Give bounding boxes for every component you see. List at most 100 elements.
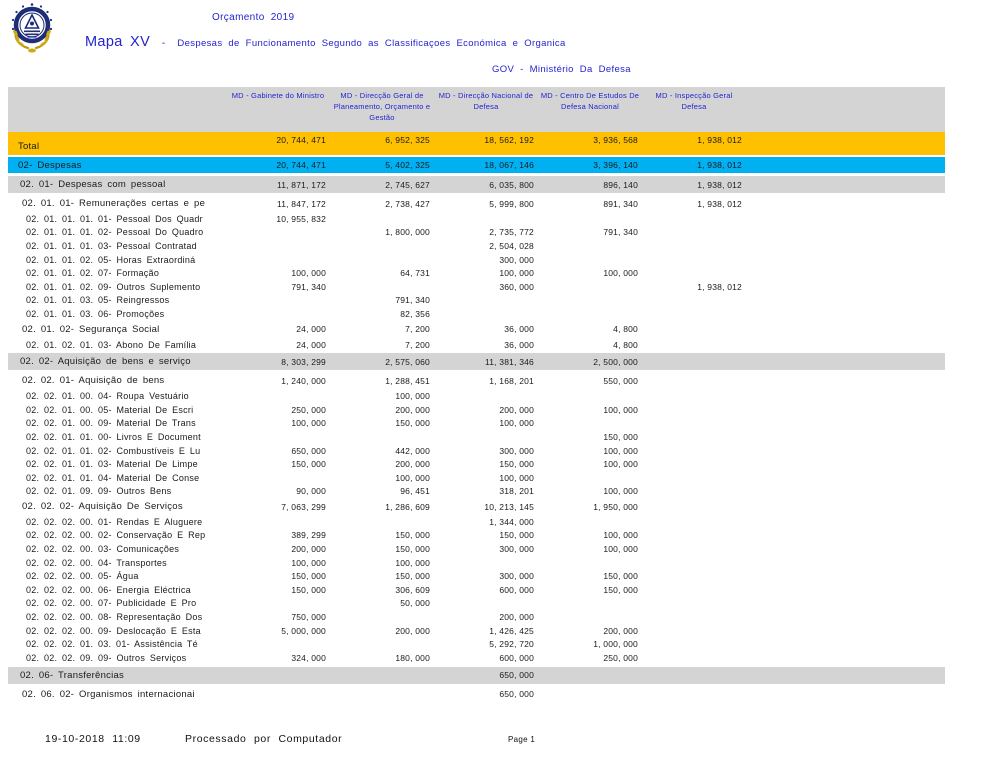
cell-value: 7, 200 bbox=[330, 324, 434, 334]
row-label: 02. 01. 01. 02. 07- Formação bbox=[8, 268, 226, 278]
cell-value: 100, 000 bbox=[538, 544, 642, 554]
cell-value: 600, 000 bbox=[434, 653, 538, 663]
cell-value: 300, 000 bbox=[434, 571, 538, 581]
cell-value: 100, 000 bbox=[226, 268, 330, 278]
row-label: 02. 02. 02. 09. 09- Outros Serviços bbox=[8, 653, 226, 663]
cell-value: 1, 938, 012 bbox=[642, 199, 746, 209]
cell-value: 200, 000 bbox=[538, 626, 642, 636]
table-row: 02. 02. 02. 00. 09- Deslocação E Esta5, … bbox=[8, 624, 945, 638]
cell-value: 1, 950, 000 bbox=[538, 502, 642, 512]
table-row: 02. 02. 02. 00. 08- Representação Dos750… bbox=[8, 610, 945, 624]
page-number: Page 1 bbox=[508, 735, 535, 744]
title-separator: - bbox=[162, 38, 166, 49]
table-row: 02- Despesas20, 744, 4715, 402, 32518, 0… bbox=[8, 157, 945, 173]
row-label: 02. 01. 01. 03. 06- Promoções bbox=[8, 309, 226, 319]
cell-value: 150, 000 bbox=[434, 530, 538, 540]
table-row: 02. 01. 02. 01. 03- Abono De Família24, … bbox=[8, 338, 945, 352]
row-label: 02. 02. 01. 09. 09- Outros Bens bbox=[8, 486, 226, 496]
cell-value: 5, 000, 000 bbox=[226, 626, 330, 636]
cell-value: 18, 562, 192 bbox=[434, 132, 538, 145]
table-row: 02. 01. 01. 02. 05- Horas Extraordiná 300… bbox=[8, 253, 945, 267]
cell-value: 100, 000 bbox=[434, 418, 538, 428]
cell-value: 1, 938, 012 bbox=[642, 160, 746, 170]
cell-value: 300, 000 bbox=[434, 255, 538, 265]
cell-value: 100, 000 bbox=[538, 268, 642, 278]
cell-value: 1, 938, 012 bbox=[642, 132, 746, 145]
cell-value: 100, 000 bbox=[226, 418, 330, 428]
table-row: 02. 02. 02. 00. 01- Rendas E Aluguere1, … bbox=[8, 515, 945, 529]
cell-value: 750, 000 bbox=[226, 612, 330, 622]
cell-value: 442, 000 bbox=[330, 446, 434, 456]
row-label: 02. 02. 02. 00. 09- Deslocação E Esta bbox=[8, 626, 226, 636]
cell-value: 50, 000 bbox=[330, 598, 434, 608]
map-subtitle: Despesas de Funcionamento Segundo as Cla… bbox=[177, 38, 565, 49]
map-number: Mapa XV bbox=[85, 34, 150, 50]
cell-value: 24, 000 bbox=[226, 340, 330, 350]
row-label: 02. 01. 01. 02. 05- Horas Extraordiná bbox=[8, 255, 226, 265]
table-row: 02. 01. 01. 02. 07- Formação100, 00064, … bbox=[8, 266, 945, 280]
cell-value: 1, 286, 609 bbox=[330, 502, 434, 512]
cell-value: 20, 744, 471 bbox=[226, 132, 330, 145]
cell-value: 650, 000 bbox=[434, 689, 538, 699]
row-label: 02. 06. 02- Organismos internacionai bbox=[8, 689, 226, 700]
cell-value: 324, 000 bbox=[226, 653, 330, 663]
column-header: MD - Direcção Nacional de Defesa bbox=[434, 87, 538, 113]
budget-year-title: Orçamento 2019 bbox=[212, 12, 294, 23]
cell-value: 100, 000 bbox=[330, 391, 434, 401]
cell-value: 150, 000 bbox=[330, 530, 434, 540]
cell-value: 4, 800 bbox=[538, 340, 642, 350]
cell-value: 650, 000 bbox=[434, 670, 538, 680]
cell-value: 1, 168, 201 bbox=[434, 376, 538, 386]
cell-value: 100, 000 bbox=[434, 268, 538, 278]
row-label: 02. 02. 01. 01. 03- Material De Limpe bbox=[8, 459, 226, 469]
row-label: 02. 01. 01- Remunerações certas e pe bbox=[8, 198, 226, 209]
cell-value: 200, 000 bbox=[330, 459, 434, 469]
row-label: 02. 02. 02. 00. 07- Publicidade E Pro bbox=[8, 598, 226, 608]
row-label: 02. 02. 02. 00. 05- Água bbox=[8, 571, 226, 581]
table-row: 02. 02. 02. 00. 02- Conservação E Rep389… bbox=[8, 529, 945, 543]
budget-table: MD - Gabinete do MinistroMD - Direcção G… bbox=[8, 87, 945, 703]
footer-processed-label: Processado por Computador bbox=[185, 733, 342, 745]
column-header-band: MD - Gabinete do MinistroMD - Direcção G… bbox=[8, 87, 945, 132]
cell-value: 7, 200 bbox=[330, 340, 434, 350]
cell-value: 36, 000 bbox=[434, 324, 538, 334]
cell-value: 306, 609 bbox=[330, 585, 434, 595]
row-label: 02. 02. 01. 01. 02- Combustíveis E Lu bbox=[8, 446, 226, 456]
table-row: 02. 02. 02. 00. 03- Comunicações200, 000… bbox=[8, 542, 945, 556]
cell-value: 318, 201 bbox=[434, 486, 538, 496]
cell-value: 200, 000 bbox=[434, 405, 538, 415]
cell-value: 1, 240, 000 bbox=[226, 376, 330, 386]
cell-value: 389, 299 bbox=[226, 530, 330, 540]
table-row: 02. 02. 02. 01. 03. 01- Assistência Té5,… bbox=[8, 637, 945, 651]
row-label: 02. 02. 02- Aquisição De Serviços bbox=[8, 501, 226, 512]
cell-value: 200, 000 bbox=[330, 405, 434, 415]
cell-value: 150, 000 bbox=[330, 544, 434, 554]
cell-value: 791, 340 bbox=[538, 227, 642, 237]
cell-value: 100, 000 bbox=[330, 558, 434, 568]
table-row: 02. 02. 01. 01. 00- Livros E Document150… bbox=[8, 430, 945, 444]
row-label: Total bbox=[8, 141, 226, 155]
row-label: 02. 02. 01. 00. 04- Roupa Vestuário bbox=[8, 391, 226, 401]
cell-value: 150, 000 bbox=[226, 585, 330, 595]
table-row: 02. 02. 02. 09. 09- Outros Serviços324, … bbox=[8, 651, 945, 665]
table-row: 02. 02. 02. 00. 07- Publicidade E Pro 50,… bbox=[8, 597, 945, 611]
table-row: 02. 01. 01. 01. 03- Pessoal Contratad 2, … bbox=[8, 239, 945, 253]
cell-value: 150, 000 bbox=[330, 418, 434, 428]
cell-value: 1, 288, 451 bbox=[330, 376, 434, 386]
row-label: 02. 02- Aquisição de bens e serviço bbox=[8, 356, 226, 367]
column-header: MD - Inspecção Geral Defesa bbox=[642, 87, 746, 113]
table-row: 02. 02. 01- Aquisição de bens1, 240, 000… bbox=[8, 372, 945, 389]
cell-value: 100, 000 bbox=[538, 446, 642, 456]
row-label: 02. 01. 01. 01. 03- Pessoal Contratad bbox=[8, 241, 226, 251]
cell-value: 20, 744, 471 bbox=[226, 160, 330, 170]
cell-value: 200, 000 bbox=[330, 626, 434, 636]
column-header: MD - Direcção Geral de Planeamento, Orça… bbox=[330, 87, 434, 124]
footer-datetime: 19-10-2018 11:09 bbox=[45, 733, 141, 745]
table-row: 02. 01. 01. 01. 01- Pessoal Dos Quadr10,… bbox=[8, 212, 945, 226]
row-label: 02. 01. 01. 03. 05- Reingressos bbox=[8, 295, 226, 305]
cell-value: 2, 504, 028 bbox=[434, 241, 538, 251]
row-label: 02. 01. 02. 01. 03- Abono De Família bbox=[8, 340, 226, 350]
map-title-line: Mapa XV - Despesas de Funcionamento Segu… bbox=[85, 33, 566, 51]
cell-value: 5, 292, 720 bbox=[434, 639, 538, 649]
cell-value: 150, 000 bbox=[226, 571, 330, 581]
